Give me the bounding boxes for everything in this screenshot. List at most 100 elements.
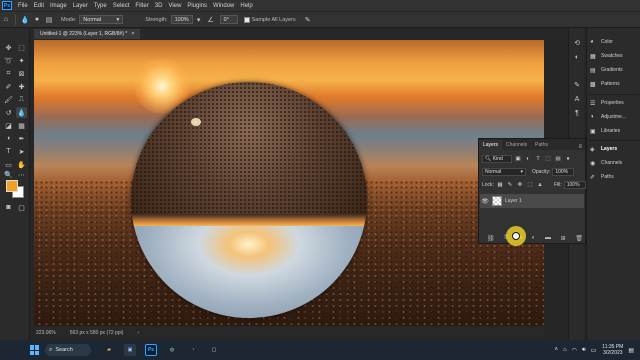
close-icon[interactable]: × [131,31,134,37]
wifi-icon[interactable]: ◠ [572,347,577,354]
menu-layer[interactable]: Layer [70,3,91,9]
lock-artboard-icon[interactable]: ⬚ [526,181,534,189]
frame-tool-icon[interactable]: ⊠ [16,68,27,79]
lock-all-icon[interactable]: 🔒︎ [536,181,544,189]
more-tools-icon[interactable]: ⋯ [16,169,27,180]
layer-name[interactable]: Layer 1 [505,198,522,204]
screen-mode-icon[interactable]: ▢ [16,202,27,213]
menu-image[interactable]: Image [47,3,70,9]
panel-menu-icon[interactable]: ≡ [578,144,582,150]
gradient-icon[interactable]: ▦ [16,120,27,131]
swatches-panel-tab[interactable]: ▦ Swatches [587,50,640,62]
tab-paths[interactable]: Paths [531,140,552,150]
pixel-filter-icon[interactable]: ▣ [514,155,522,163]
battery-icon[interactable]: ▭ [591,347,597,354]
zoom-tool-icon[interactable]: 🔍 [3,169,14,180]
brush-panel-icon[interactable]: ✎ [572,80,582,90]
chrome-icon[interactable]: ◍ [166,344,178,356]
pressure-icon[interactable]: ✎ [302,15,314,25]
clock[interactable]: 11:35 PM 3/2/2023 [602,344,623,356]
healing-brush-icon[interactable]: ✚ [16,81,27,92]
brush-size-icon[interactable]: ● [31,15,43,25]
zoom-level[interactable]: 223.06% [36,330,56,336]
notification-icon[interactable]: ▤ [628,347,634,354]
libraries-panel-tab[interactable]: ▣ Libraries [587,125,640,137]
chevron-down-icon[interactable]: ▾ [193,15,205,25]
history-brush-icon[interactable]: ↺ [3,107,14,118]
move-tool-icon[interactable]: ✥ [3,42,14,53]
image-canvas[interactable] [34,40,544,326]
lasso-tool-icon[interactable]: ➰ [3,55,14,66]
patterns-panel-tab[interactable]: ▩ Patterns [587,78,640,90]
pen-tool-icon[interactable]: ✒ [16,133,27,144]
lock-pixels-icon[interactable]: ✎ [506,181,514,189]
volume-icon[interactable]: 🔊︎ [582,347,586,354]
type-filter-icon[interactable]: T [534,155,542,163]
menu-file[interactable]: File [15,3,31,9]
new-group-icon[interactable]: ▬ [545,235,551,243]
layers-panel-tab[interactable]: ◈ Layers [587,143,640,155]
menu-type[interactable]: Type [91,3,110,9]
sample-all-layers-checkbox[interactable] [243,16,250,23]
filter-toggle-icon[interactable]: ● [564,155,572,163]
eyedropper-icon[interactable]: ✐ [3,81,14,92]
windows-start-icon[interactable] [30,345,40,355]
file-explorer-icon[interactable]: ▰ [103,344,115,356]
home-icon[interactable]: ⌂ [0,15,12,25]
character-panel-icon[interactable]: A [572,94,582,104]
blend-mode-select[interactable]: Normal ▾ [482,168,526,176]
edge-icon[interactable]: ◔ [187,344,199,356]
menu-plugins[interactable]: Plugins [184,3,210,9]
type-tool-icon[interactable]: T [3,146,14,157]
blur-tool-icon[interactable]: 💧 [16,107,27,118]
shape-filter-icon[interactable]: ⬚ [544,155,552,163]
blur-tool-preset-icon[interactable]: 💧 [19,15,31,25]
menu-help[interactable]: Help [237,3,255,9]
mode-select[interactable]: Normal ▾ [79,15,124,24]
menu-3d[interactable]: 3D [152,3,166,9]
menu-filter[interactable]: Filter [132,3,151,9]
lock-transparent-icon[interactable]: ▦ [496,181,504,189]
brush-tool-icon[interactable]: 🖌 [3,94,14,105]
adjustments-panel-icon[interactable]: ◐ [572,52,582,62]
menu-view[interactable]: View [165,3,184,9]
kind-filter-select[interactable]: 🔍︎ Kind [482,155,512,163]
path-select-icon[interactable]: ➤ [16,146,27,157]
gradients-panel-tab[interactable]: ▤ Gradients [587,64,640,76]
new-layer-icon[interactable]: ⊞ [561,235,566,243]
strength-input[interactable]: 100% [170,15,193,24]
opacity-input[interactable]: 100% [552,168,575,176]
angle-input[interactable]: 0° [219,15,238,24]
quick-select-icon[interactable]: ✦ [16,55,27,66]
tab-layers[interactable]: Layers [479,140,503,150]
menu-window[interactable]: Window [210,3,237,9]
document-tab[interactable]: Untitled-1 @ 223% (Layer 1, RGB/8#) * × [34,29,141,39]
adjustments-panel-tab[interactable]: ◑ Adjustme... [587,111,640,123]
foreground-color-swatch[interactable] [6,180,18,192]
chevron-right-icon[interactable]: › [137,330,139,336]
history-panel-icon[interactable]: ⟲ [572,38,582,48]
fill-input[interactable]: 100% [563,181,586,189]
chevron-up-icon[interactable]: ˄ [554,347,558,353]
color-panel-tab[interactable]: ◕ Color [587,36,640,48]
paths-panel-tab[interactable]: ✐ Paths [587,171,640,183]
paragraph-panel-icon[interactable]: ¶ [572,108,582,118]
adjustment-filter-icon[interactable]: ◐ [524,155,532,163]
artboard-tool-icon[interactable]: ⬚ [16,42,27,53]
crop-tool-icon[interactable]: ⌗ [3,68,14,79]
dodge-tool-icon[interactable]: ◖ [3,133,14,144]
tab-channels[interactable]: Channels [502,140,531,150]
network-icon[interactable]: ⌂ [563,347,567,353]
trash-icon[interactable]: 🗑︎ [575,235,583,243]
smart-object-filter-icon[interactable]: ▤ [554,155,562,163]
link-layers-icon[interactable]: ⛓ [487,235,495,243]
quick-mask-icon[interactable]: ◙ [3,202,14,213]
menu-select[interactable]: Select [110,3,133,9]
clone-stamp-icon[interactable]: ⎍ [16,94,27,105]
eye-icon[interactable]: 👁︎ [480,198,490,205]
app-icon[interactable]: ▢ [208,344,220,356]
properties-panel-tab[interactable]: ☰ Properties [587,97,640,109]
adjustment-layer-icon[interactable]: ◐ [532,235,536,243]
layer-row[interactable]: 👁︎ Layer 1 [480,194,584,208]
menu-edit[interactable]: Edit [31,3,47,9]
